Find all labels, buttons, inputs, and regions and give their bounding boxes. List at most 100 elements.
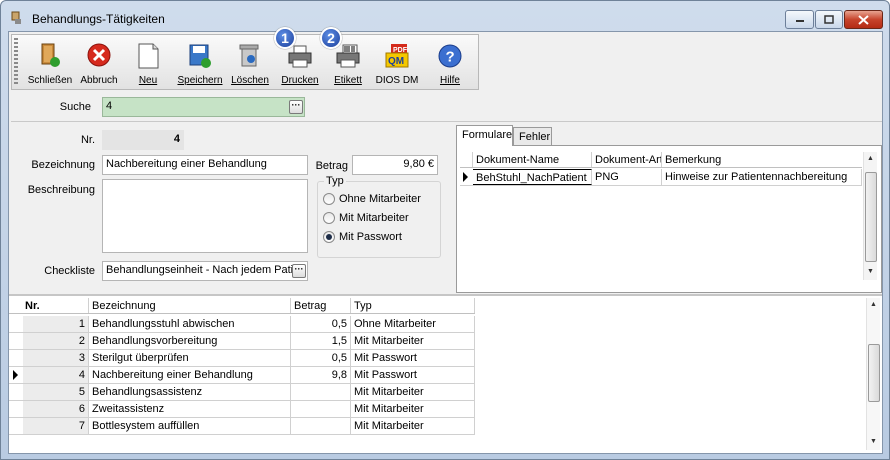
betrag-label: Betrag — [315, 160, 348, 172]
search-lookup-button[interactable]: ··· — [289, 100, 303, 114]
cell-bezeichnung[interactable]: Behandlungsstuhl abwischen — [89, 316, 291, 332]
cell-bezeichnung[interactable]: Bottlesystem auffüllen — [89, 418, 291, 434]
cell-betrag[interactable]: 1,5 — [291, 333, 351, 349]
doc-cell-art[interactable]: PNG — [592, 169, 662, 185]
tab-fehler[interactable]: Fehler — [513, 127, 552, 145]
maximize-icon — [824, 15, 834, 24]
cell-nr[interactable]: 1 — [23, 316, 89, 332]
table-row[interactable]: 6 Zweitassistenz Mit Mitarbeiter — [9, 401, 475, 418]
cell-betrag[interactable]: 9,8 — [291, 367, 351, 383]
search-input[interactable]: 4 — [102, 97, 305, 117]
cell-bezeichnung[interactable]: Behandlungsvorbereitung — [89, 333, 291, 349]
cell-typ[interactable]: Mit Passwort — [351, 350, 475, 366]
col-typ[interactable]: Typ — [351, 298, 475, 313]
app-icon — [11, 11, 21, 24]
scroll-down-icon: ▼ — [867, 268, 874, 275]
cell-betrag[interactable]: 0,5 — [291, 316, 351, 332]
delete-icon — [239, 44, 259, 67]
toolbar: Schließen Abbruch Neu Speichern Löschen … — [11, 27, 479, 90]
table-row[interactable]: 5 Behandlungsassistenz Mit Mitarbeiter — [9, 384, 475, 401]
toolbar-delete-button[interactable]: Löschen — [230, 35, 270, 89]
scroll-thumb[interactable] — [865, 172, 877, 262]
col-betrag[interactable]: Betrag — [291, 298, 351, 313]
label-badge: 2 — [320, 27, 342, 49]
cell-nr[interactable]: 6 — [23, 401, 89, 417]
radio-indicator — [323, 193, 335, 205]
cell-betrag[interactable]: 0,5 — [291, 350, 351, 366]
doc-row[interactable]: BehStuhl_NachPatient PNG Hinweise zur Pa… — [460, 169, 862, 186]
table-row[interactable]: 3 Sterilgut überprüfen 0,5 Mit Passwort — [9, 350, 475, 367]
col-bezeichnung[interactable]: Bezeichnung — [89, 298, 291, 313]
cell-bezeichnung[interactable]: Zweitassistenz — [89, 401, 291, 417]
bezeichnung-input[interactable]: Nachbereitung einer Behandlung — [102, 155, 308, 175]
close-window-button[interactable] — [844, 10, 883, 29]
minimize-icon — [795, 19, 804, 22]
cell-typ[interactable]: Ohne Mitarbeiter — [351, 316, 475, 332]
doc-cell-name[interactable]: BehStuhl_NachPatient — [473, 169, 592, 185]
pdf-qm-icon: PDFQM — [385, 44, 409, 68]
list-scrollbar[interactable]: ▲ ▼ — [866, 298, 880, 450]
tab-formulare[interactable]: Formulare — [456, 125, 513, 146]
doc-grid-header: Dokument-Name Dokument-Art Bemerkung — [460, 152, 862, 168]
radio-label: Mit Passwort — [339, 231, 402, 243]
toolbar-help-button[interactable]: ? Hilfe — [432, 35, 468, 89]
title-bar[interactable]: Behandlungs-Tätigkeiten — [1, 1, 889, 31]
minimize-button[interactable] — [785, 10, 814, 29]
toolbar-cancel-button[interactable]: Abbruch — [78, 35, 120, 89]
cell-nr[interactable]: 3 — [23, 350, 89, 366]
cell-nr[interactable]: 5 — [23, 384, 89, 400]
checkliste-lookup-button[interactable]: ··· — [292, 264, 306, 278]
beschreibung-label: Beschreibung — [27, 184, 95, 196]
cell-typ[interactable]: Mit Mitarbeiter — [351, 384, 475, 400]
toolbar-save-button[interactable]: Speichern — [176, 35, 224, 89]
application-window: Behandlungs-Tätigkeiten Schließen Abbruc… — [0, 0, 890, 460]
toolbar-dios-button[interactable]: PDF QM DIOS DM — [374, 35, 420, 89]
scroll-thumb[interactable] — [868, 344, 880, 402]
table-row[interactable]: 1 Behandlungsstuhl abwischen 0,5 Ohne Mitar… — [9, 316, 475, 333]
search-label: Suche — [59, 101, 91, 113]
cell-typ[interactable]: Mit Mitarbeiter — [351, 401, 475, 417]
col-dokument-art[interactable]: Dokument-Art — [592, 152, 662, 167]
col-bemerkung[interactable]: Bemerkung — [662, 152, 862, 167]
cell-bezeichnung[interactable]: Sterilgut überprüfen — [89, 350, 291, 366]
toolbar-label-label: Etikett — [334, 75, 362, 86]
checkliste-input[interactable]: Behandlungseinheit - Nach jedem Patie — [102, 261, 308, 281]
table-row[interactable]: 2 Behandlungsvorbereitung 1,5 Mit Mitarbeit… — [9, 333, 475, 350]
cell-nr[interactable]: 2 — [23, 333, 89, 349]
typ-group: Typ Ohne Mitarbeiter Mit Mitarbeiter Mit… — [317, 175, 441, 258]
toolbar-print-label: Drucken — [281, 75, 319, 86]
toolbar-cancel-label: Abbruch — [80, 75, 118, 86]
toolbar-grip[interactable] — [14, 38, 18, 86]
activity-list: Nr. Bezeichnung Betrag Typ 1 Behandlungss… — [9, 294, 882, 453]
row-pointer-icon — [13, 370, 18, 380]
table-row[interactable]: 7 Bottlesystem auffüllen Mit Mitarbeiter — [9, 418, 475, 435]
window-title: Behandlungs-Tätigkeiten — [32, 12, 165, 26]
list-header: Nr. Bezeichnung Betrag Typ — [9, 298, 475, 314]
save-icon — [189, 44, 211, 68]
cell-typ[interactable]: Mit Passwort — [351, 367, 475, 383]
search-bar: Suche 4 ··· — [11, 92, 882, 122]
cell-bezeichnung[interactable]: Nachbereitung einer Behandlung — [89, 367, 291, 383]
cell-betrag[interactable] — [291, 384, 351, 400]
table-row[interactable]: 4 Nachbereitung einer Behandlung 9,8 Mit Pa… — [9, 367, 475, 384]
col-dokument-name[interactable]: Dokument-Name — [473, 152, 592, 167]
cell-betrag[interactable] — [291, 418, 351, 434]
maximize-button[interactable] — [815, 10, 843, 29]
cell-betrag[interactable] — [291, 401, 351, 417]
cell-typ[interactable]: Mit Mitarbeiter — [351, 418, 475, 434]
cancel-icon — [87, 43, 111, 67]
toolbar-close-button[interactable]: Schließen — [26, 35, 74, 89]
toolbar-new-button[interactable]: Neu — [130, 35, 166, 89]
close-icon — [858, 14, 869, 25]
beschreibung-textarea[interactable] — [102, 179, 308, 253]
cell-bezeichnung[interactable]: Behandlungsassistenz — [89, 384, 291, 400]
toolbar-help-label: Hilfe — [439, 75, 460, 86]
svg-text:QM: QM — [388, 56, 404, 67]
col-nr[interactable]: Nr. — [9, 298, 89, 313]
cell-typ[interactable]: Mit Mitarbeiter — [351, 333, 475, 349]
cell-nr[interactable]: 4 — [23, 367, 89, 383]
betrag-input[interactable]: 9,80 € — [352, 155, 438, 175]
cell-nr[interactable]: 7 — [23, 418, 89, 434]
doc-grid-scrollbar[interactable]: ▲ ▼ — [863, 152, 877, 280]
doc-cell-bemerkung[interactable]: Hinweise zur Patientennachbereitung — [662, 169, 862, 185]
